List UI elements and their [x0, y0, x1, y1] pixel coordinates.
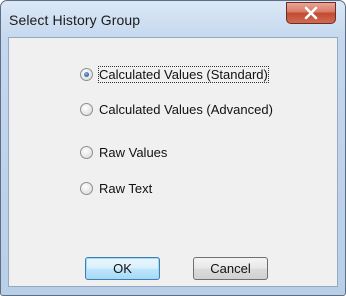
title-bar[interactable]: Select History Group [1, 1, 345, 37]
ok-button[interactable]: OK [85, 257, 160, 280]
radio-option-calculated-standard[interactable]: Calculated Values (Standard) [80, 65, 269, 83]
close-button[interactable] [286, 2, 336, 24]
radio-option-raw-values[interactable]: Raw Values [80, 143, 167, 161]
radio-button[interactable] [80, 102, 93, 116]
radio-button[interactable] [80, 145, 93, 159]
dialog-body: Calculated Values (Standard) Calculated … [8, 37, 338, 287]
radio-label: Calculated Values (Standard) [98, 65, 269, 83]
radio-label: Raw Text [99, 180, 153, 196]
radio-label: Calculated Values (Advanced) [99, 101, 273, 117]
radio-option-calculated-advanced[interactable]: Calculated Values (Advanced) [80, 100, 273, 118]
radio-option-raw-text[interactable]: Raw Text [80, 179, 152, 197]
cancel-button[interactable]: Cancel [193, 257, 268, 280]
radio-label: Raw Values [99, 144, 168, 160]
radio-button[interactable] [80, 181, 93, 195]
close-icon [304, 6, 318, 20]
radio-button[interactable] [80, 67, 93, 81]
dialog-window: Select History Group Calculated Values (… [0, 0, 346, 296]
dialog-title: Select History Group [9, 12, 141, 28]
